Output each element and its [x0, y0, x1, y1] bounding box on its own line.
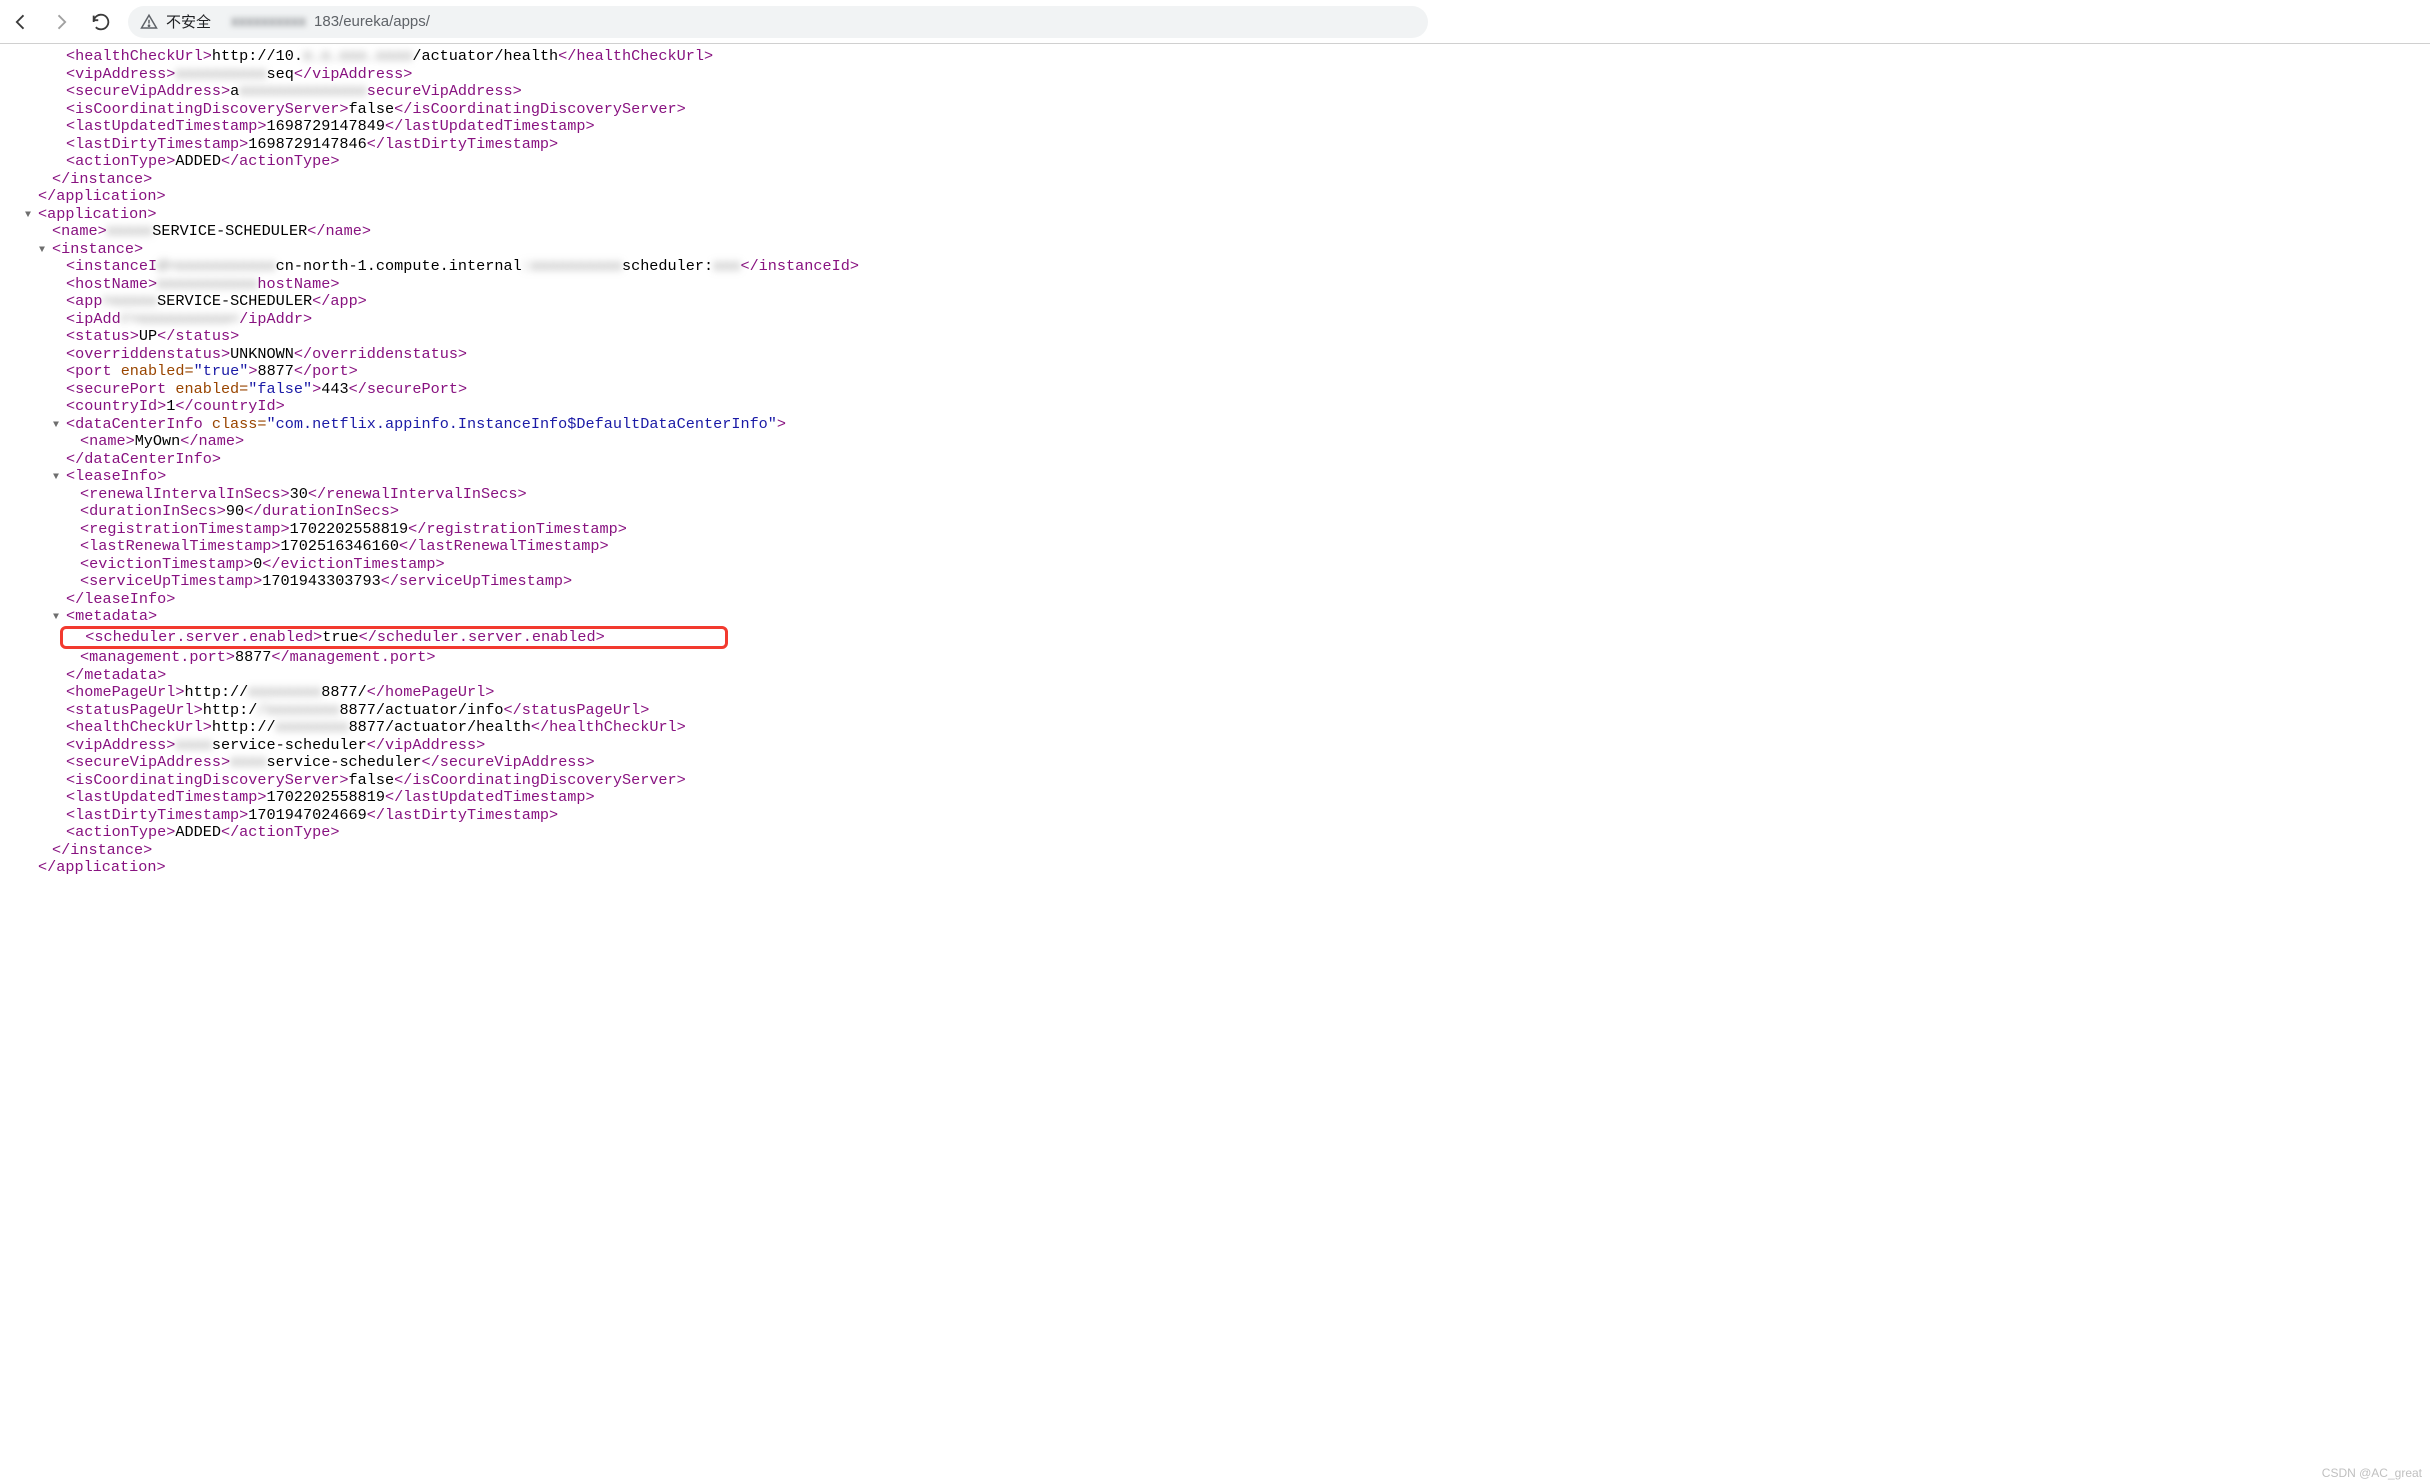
xml-line[interactable]: <hostName>xxxxxxxxxxxhostName> [10, 276, 2430, 294]
xml-line[interactable]: <isCoordinatingDiscoveryServer>false</is… [10, 101, 2430, 119]
xml-line[interactable]: <name>MyOwn</name> [10, 433, 2430, 451]
back-button[interactable] [8, 9, 34, 35]
xml-line-highlighted[interactable]: <scheduler.server.enabled>true</schedule… [10, 626, 2430, 650]
xml-line[interactable]: <vipAddress>xxxxservice-scheduler</vipAd… [10, 737, 2430, 755]
xml-line[interactable]: <lastUpdatedTimestamp>1698729147849</las… [10, 118, 2430, 136]
xml-line[interactable]: <renewalIntervalInSecs>30</renewalInterv… [10, 486, 2430, 504]
xml-line[interactable]: <name>xxxxxSERVICE-SCHEDULER</name> [10, 223, 2430, 241]
highlight-box: <scheduler.server.enabled>true</schedule… [60, 626, 728, 650]
xml-line[interactable]: <evictionTimestamp>0</evictionTimestamp> [10, 556, 2430, 574]
xml-line[interactable]: <serviceUpTimestamp>1701943303793</servi… [10, 573, 2430, 591]
xml-line[interactable]: <vipAddress>xxxxxxxxxxseq</vipAddress> [10, 66, 2430, 84]
xml-line[interactable]: <healthCheckUrl>http://xxxxxxxx8877/actu… [10, 719, 2430, 737]
watermark: CSDN @AC_great [2322, 1466, 2422, 1480]
xml-line[interactable]: <homePageUrl>http://xxxxxxxx8877/</homeP… [10, 684, 2430, 702]
xml-close-instance[interactable]: </instance> [10, 842, 2430, 860]
xml-open-instance[interactable]: <instance> [10, 241, 2430, 259]
xml-line[interactable]: <healthCheckUrl>http://10.x.x.xxx.xxxx/a… [10, 48, 2430, 66]
caret-icon[interactable] [53, 469, 65, 481]
url-host-blurred: xxxxxxxxxx [231, 13, 306, 30]
xml-line[interactable]: <overriddenstatus>UNKNOWN</overriddensta… [10, 346, 2430, 364]
xml-line[interactable]: <isCoordinatingDiscoveryServer>false</is… [10, 772, 2430, 790]
url-path: 183/eureka/apps/ [314, 13, 430, 30]
xml-line[interactable]: <status>UP</status> [10, 328, 2430, 346]
xml-line[interactable]: <countryId>1</countryId> [10, 398, 2430, 416]
xml-line[interactable]: <registrationTimestamp>1702202558819</re… [10, 521, 2430, 539]
xml-open-datacenterinfo[interactable]: <dataCenterInfo class="com.netflix.appin… [10, 416, 2430, 434]
xml-close-metadata[interactable]: </metadata> [10, 667, 2430, 685]
xml-line[interactable]: <lastDirtyTimestamp>1698729147846</lastD… [10, 136, 2430, 154]
xml-open-application[interactable]: <application> [10, 206, 2430, 224]
caret-icon[interactable] [53, 609, 65, 621]
xml-line[interactable]: <actionType>ADDED</actionType> [10, 824, 2430, 842]
xml-line[interactable]: <securePort enabled="false">443</secureP… [10, 381, 2430, 399]
xml-close-application[interactable]: </application> [10, 859, 2430, 877]
xml-line[interactable]: <app>xxxxxSERVICE-SCHEDULER</app> [10, 293, 2430, 311]
xml-line[interactable]: <secureVipAddress>xxxxservice-scheduler<… [10, 754, 2430, 772]
xml-open-metadata[interactable]: <metadata> [10, 608, 2430, 626]
xml-line[interactable]: <lastUpdatedTimestamp>1702202558819</las… [10, 789, 2430, 807]
xml-line[interactable]: <lastRenewalTimestamp>1702516346160</las… [10, 538, 2430, 556]
caret-icon[interactable] [39, 242, 51, 254]
xml-close-application[interactable]: </application> [10, 188, 2430, 206]
xml-line[interactable]: <ipAddr>xxxxxxxxxx</ipAddr> [10, 311, 2430, 329]
xml-line[interactable]: <instanceId>xxxxxxxxxxxcn-north-1.comput… [10, 258, 2430, 276]
xml-line[interactable]: <statusPageUrl>http://xxxxxxxx8877/actua… [10, 702, 2430, 720]
xml-open-leaseinfo[interactable]: <leaseInfo> [10, 468, 2430, 486]
xml-close-leaseinfo[interactable]: </leaseInfo> [10, 591, 2430, 609]
xml-line[interactable]: <durationInSecs>90</durationInSecs> [10, 503, 2430, 521]
xml-tree-viewer: <healthCheckUrl>http://10.x.x.xxx.xxxx/a… [0, 44, 2430, 897]
xml-line[interactable]: <management.port>8877</management.port> [10, 649, 2430, 667]
xml-close-instance[interactable]: </instance> [10, 171, 2430, 189]
caret-icon[interactable] [25, 207, 37, 219]
caret-icon[interactable] [53, 417, 65, 429]
address-bar[interactable]: 不安全 xxxxxxxxxx 183/eureka/apps/ [128, 6, 1428, 38]
xml-close-datacenterinfo[interactable]: </dataCenterInfo> [10, 451, 2430, 469]
xml-line[interactable]: <lastDirtyTimestamp>1701947024669</lastD… [10, 807, 2430, 825]
reload-button[interactable] [88, 9, 114, 35]
forward-button[interactable] [48, 9, 74, 35]
insecure-icon [140, 13, 158, 31]
browser-toolbar: 不安全 xxxxxxxxxx 183/eureka/apps/ [0, 0, 2430, 44]
insecure-label: 不安全 [166, 11, 211, 32]
xml-line[interactable]: <actionType>ADDED</actionType> [10, 153, 2430, 171]
xml-line[interactable]: <port enabled="true">8877</port> [10, 363, 2430, 381]
xml-line[interactable]: <secureVipAddress>axxxxxxxxxxxxxxsecureV… [10, 83, 2430, 101]
